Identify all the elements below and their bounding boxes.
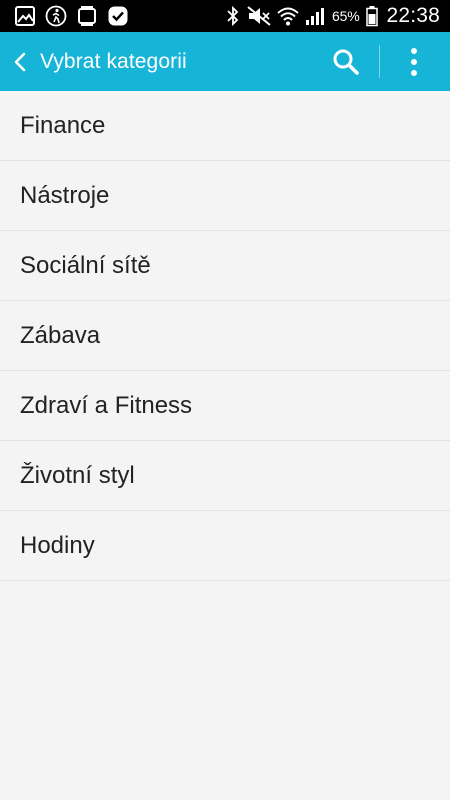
category-item-health-fitness[interactable]: Zdraví a Fitness <box>0 371 450 441</box>
battery-icon <box>366 6 379 27</box>
watch-icon <box>78 6 96 26</box>
back-button[interactable]: Vybrat kategorii <box>0 32 240 91</box>
gallery-icon <box>15 6 35 26</box>
overflow-menu-button[interactable] <box>392 32 436 91</box>
clock: 22:38 <box>386 4 440 27</box>
bluetooth-icon <box>227 5 239 27</box>
category-item-entertainment[interactable]: Zábava <box>0 301 450 371</box>
fitness-icon <box>45 5 67 27</box>
category-item-lifestyle[interactable]: Životní styl <box>0 441 450 511</box>
system-status: 65% 22:38 <box>220 4 440 28</box>
search-icon <box>333 49 359 75</box>
wifi-icon <box>277 7 299 26</box>
signal-icon <box>306 8 325 25</box>
category-item-tools[interactable]: Nástroje <box>0 161 450 231</box>
search-button[interactable] <box>322 32 370 91</box>
page-title: Vybrat kategorii <box>40 49 187 73</box>
status-bar: 65% 22:38 <box>0 0 450 32</box>
overflow-menu-icon <box>411 47 417 76</box>
mute-icon <box>247 6 271 26</box>
category-item-social[interactable]: Sociální sítě <box>0 231 450 301</box>
category-list: Finance Nástroje Sociální sítě Zábava Zd… <box>0 91 450 581</box>
action-bar: Vybrat kategorii <box>0 32 450 91</box>
category-item-clocks[interactable]: Hodiny <box>0 511 450 581</box>
battery-percentage: 65% <box>332 8 360 24</box>
back-chevron-icon <box>14 52 26 71</box>
check-badge-icon <box>108 6 128 26</box>
notification-icons <box>14 5 138 27</box>
category-item-finance[interactable]: Finance <box>0 91 450 161</box>
action-divider <box>379 45 380 78</box>
